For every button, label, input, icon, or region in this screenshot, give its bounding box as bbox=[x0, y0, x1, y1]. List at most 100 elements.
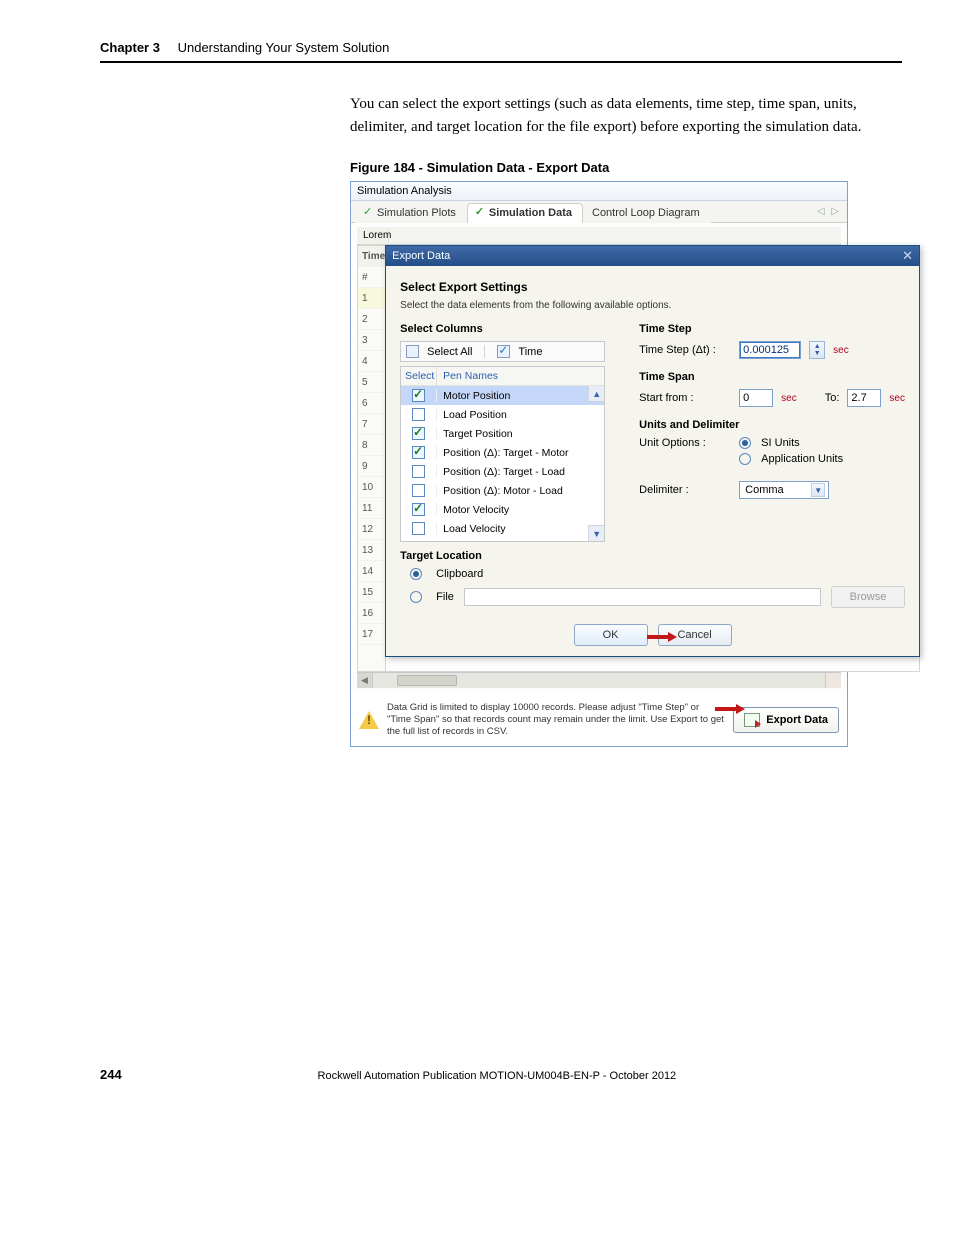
pen-label: Motor Position bbox=[437, 390, 604, 402]
pen-row[interactable]: Position (Δ): Target - Motor bbox=[401, 443, 604, 462]
row-num: 5 bbox=[358, 372, 385, 393]
pen-row[interactable]: Load Position bbox=[401, 405, 604, 424]
pen-row[interactable]: Motor Velocity bbox=[401, 500, 604, 519]
start-from-input[interactable]: 0 bbox=[739, 389, 773, 407]
horizontal-scrollbar[interactable]: ◀ bbox=[357, 672, 841, 688]
tab-scroll-arrows[interactable]: ◁ ▷ bbox=[817, 206, 847, 217]
row-num: 3 bbox=[358, 330, 385, 351]
pen-checkbox[interactable] bbox=[412, 427, 425, 440]
select-all-row[interactable]: Select All Time bbox=[400, 341, 605, 362]
pen-label: Position (Δ): Motor - Load bbox=[437, 485, 604, 497]
tab-label: Simulation Data bbox=[489, 207, 572, 219]
radio-icon[interactable] bbox=[410, 568, 422, 580]
radio-file[interactable] bbox=[410, 591, 422, 603]
pen-checkbox[interactable] bbox=[412, 408, 425, 421]
pen-row[interactable]: Target Velocity bbox=[401, 538, 604, 541]
row-num: 2 bbox=[358, 309, 385, 330]
time-step-title: Time Step bbox=[639, 323, 905, 335]
browse-button[interactable]: Browse bbox=[831, 586, 905, 608]
page-number: 244 bbox=[100, 1067, 122, 1082]
pen-checkbox[interactable] bbox=[412, 522, 425, 535]
chapter-title: Understanding Your System Solution bbox=[178, 40, 390, 55]
pen-header-select: Select bbox=[401, 367, 437, 386]
dialog-heading: Select Export Settings bbox=[400, 280, 905, 294]
dialog-titlebar[interactable]: Export Data ✕ bbox=[386, 246, 919, 266]
ok-button[interactable]: OK bbox=[574, 624, 648, 646]
pen-row[interactable]: Motor Position bbox=[401, 386, 604, 405]
scroll-down-icon[interactable]: ▼ bbox=[588, 525, 604, 541]
time-checkbox[interactable] bbox=[497, 345, 510, 358]
pen-label: Motor Velocity bbox=[437, 504, 604, 516]
running-header: Chapter 3 Understanding Your System Solu… bbox=[100, 40, 902, 63]
radio-si-units[interactable]: SI Units bbox=[739, 437, 843, 449]
tab-label: Control Loop Diagram bbox=[592, 207, 700, 219]
pen-checkbox[interactable] bbox=[412, 446, 425, 459]
row-num: 9 bbox=[358, 456, 385, 477]
tab-simulation-data[interactable]: Simulation Data bbox=[467, 203, 583, 223]
annotation-arrow-icon bbox=[736, 704, 745, 714]
radio-clipboard[interactable]: Clipboard bbox=[400, 568, 905, 580]
body-paragraph: You can select the export settings (such… bbox=[350, 93, 902, 138]
start-unit: sec bbox=[781, 393, 797, 404]
pen-header-names: Pen Names bbox=[437, 367, 604, 386]
pen-label: Position (Δ): Target - Motor bbox=[437, 447, 604, 459]
pen-row[interactable]: Position (Δ): Target - Load bbox=[401, 462, 604, 481]
units-title: Units and Delimiter bbox=[639, 419, 905, 431]
pen-checkbox[interactable] bbox=[412, 484, 425, 497]
pen-row[interactable]: Load Velocity bbox=[401, 519, 604, 538]
delimiter-select[interactable]: Comma ▼ bbox=[739, 481, 829, 499]
grid-header: Lorem bbox=[357, 227, 841, 245]
tab-simulation-plots[interactable]: Simulation Plots bbox=[355, 203, 467, 223]
scroll-left-icon[interactable]: ◀ bbox=[357, 673, 373, 688]
scroll-right-icon[interactable] bbox=[825, 673, 841, 688]
pen-checkbox[interactable] bbox=[412, 389, 425, 402]
export-button-label: Export Data bbox=[766, 714, 828, 726]
screenshot-simulation-analysis: Simulation Analysis Simulation Plots Sim… bbox=[350, 181, 848, 747]
tabs-row: Simulation Plots Simulation Data Control… bbox=[351, 201, 847, 223]
dialog-subtext: Select the data elements from the follow… bbox=[400, 300, 905, 311]
pen-table: Select Pen Names ▲ ▼ Motor Position Load … bbox=[400, 366, 605, 542]
row-num: 14 bbox=[358, 561, 385, 582]
radio-app-units[interactable]: Application Units bbox=[739, 453, 843, 465]
row-num-time: Time bbox=[358, 246, 385, 267]
pen-row[interactable]: Target Position bbox=[401, 424, 604, 443]
file-path-input[interactable] bbox=[464, 588, 821, 606]
delimiter-label: Delimiter : bbox=[639, 484, 731, 496]
row-num: 4 bbox=[358, 351, 385, 372]
radio-icon[interactable] bbox=[739, 453, 751, 465]
pen-row[interactable]: Position (Δ): Motor - Load bbox=[401, 481, 604, 500]
export-data-dialog: Export Data ✕ Select Export Settings Sel… bbox=[385, 245, 920, 657]
export-data-button[interactable]: Export Data bbox=[733, 707, 839, 733]
si-units-label: SI Units bbox=[761, 437, 800, 449]
unit-options-label: Unit Options : bbox=[639, 437, 731, 449]
time-step-spinner[interactable]: ▲▼ bbox=[809, 341, 825, 359]
close-icon[interactable]: ✕ bbox=[902, 248, 913, 264]
pen-checkbox[interactable] bbox=[412, 465, 425, 478]
app-units-label: Application Units bbox=[761, 453, 843, 465]
tab-control-loop-diagram[interactable]: Control Loop Diagram bbox=[583, 203, 711, 223]
row-num: 17 bbox=[358, 624, 385, 645]
figure-caption: Figure 184 - Simulation Data - Export Da… bbox=[350, 160, 902, 175]
select-all-checkbox[interactable] bbox=[406, 345, 419, 358]
scrollbar-thumb[interactable] bbox=[397, 675, 457, 686]
pen-label: Load Position bbox=[437, 409, 604, 421]
pen-checkbox[interactable] bbox=[412, 503, 425, 516]
radio-icon[interactable] bbox=[739, 437, 751, 449]
scroll-up-icon[interactable]: ▲ bbox=[588, 386, 604, 402]
row-num: 12 bbox=[358, 519, 385, 540]
row-num: 13 bbox=[358, 540, 385, 561]
time-step-input[interactable]: 0.000125 bbox=[739, 341, 801, 359]
row-num: 10 bbox=[358, 477, 385, 498]
row-num: 8 bbox=[358, 435, 385, 456]
target-location-title: Target Location bbox=[400, 550, 905, 562]
pen-label: Position (Δ): Target - Load bbox=[437, 466, 604, 478]
time-span-title: Time Span bbox=[639, 371, 905, 383]
to-unit: sec bbox=[889, 393, 905, 404]
row-num: 16 bbox=[358, 603, 385, 624]
tab-label: Simulation Plots bbox=[377, 207, 456, 219]
pen-label: Load Velocity bbox=[437, 523, 604, 535]
time-step-label: Time Step (Δt) : bbox=[639, 344, 731, 356]
time-label: Time bbox=[518, 346, 542, 358]
row-num: 1 bbox=[358, 288, 385, 309]
to-input[interactable]: 2.7 bbox=[847, 389, 881, 407]
